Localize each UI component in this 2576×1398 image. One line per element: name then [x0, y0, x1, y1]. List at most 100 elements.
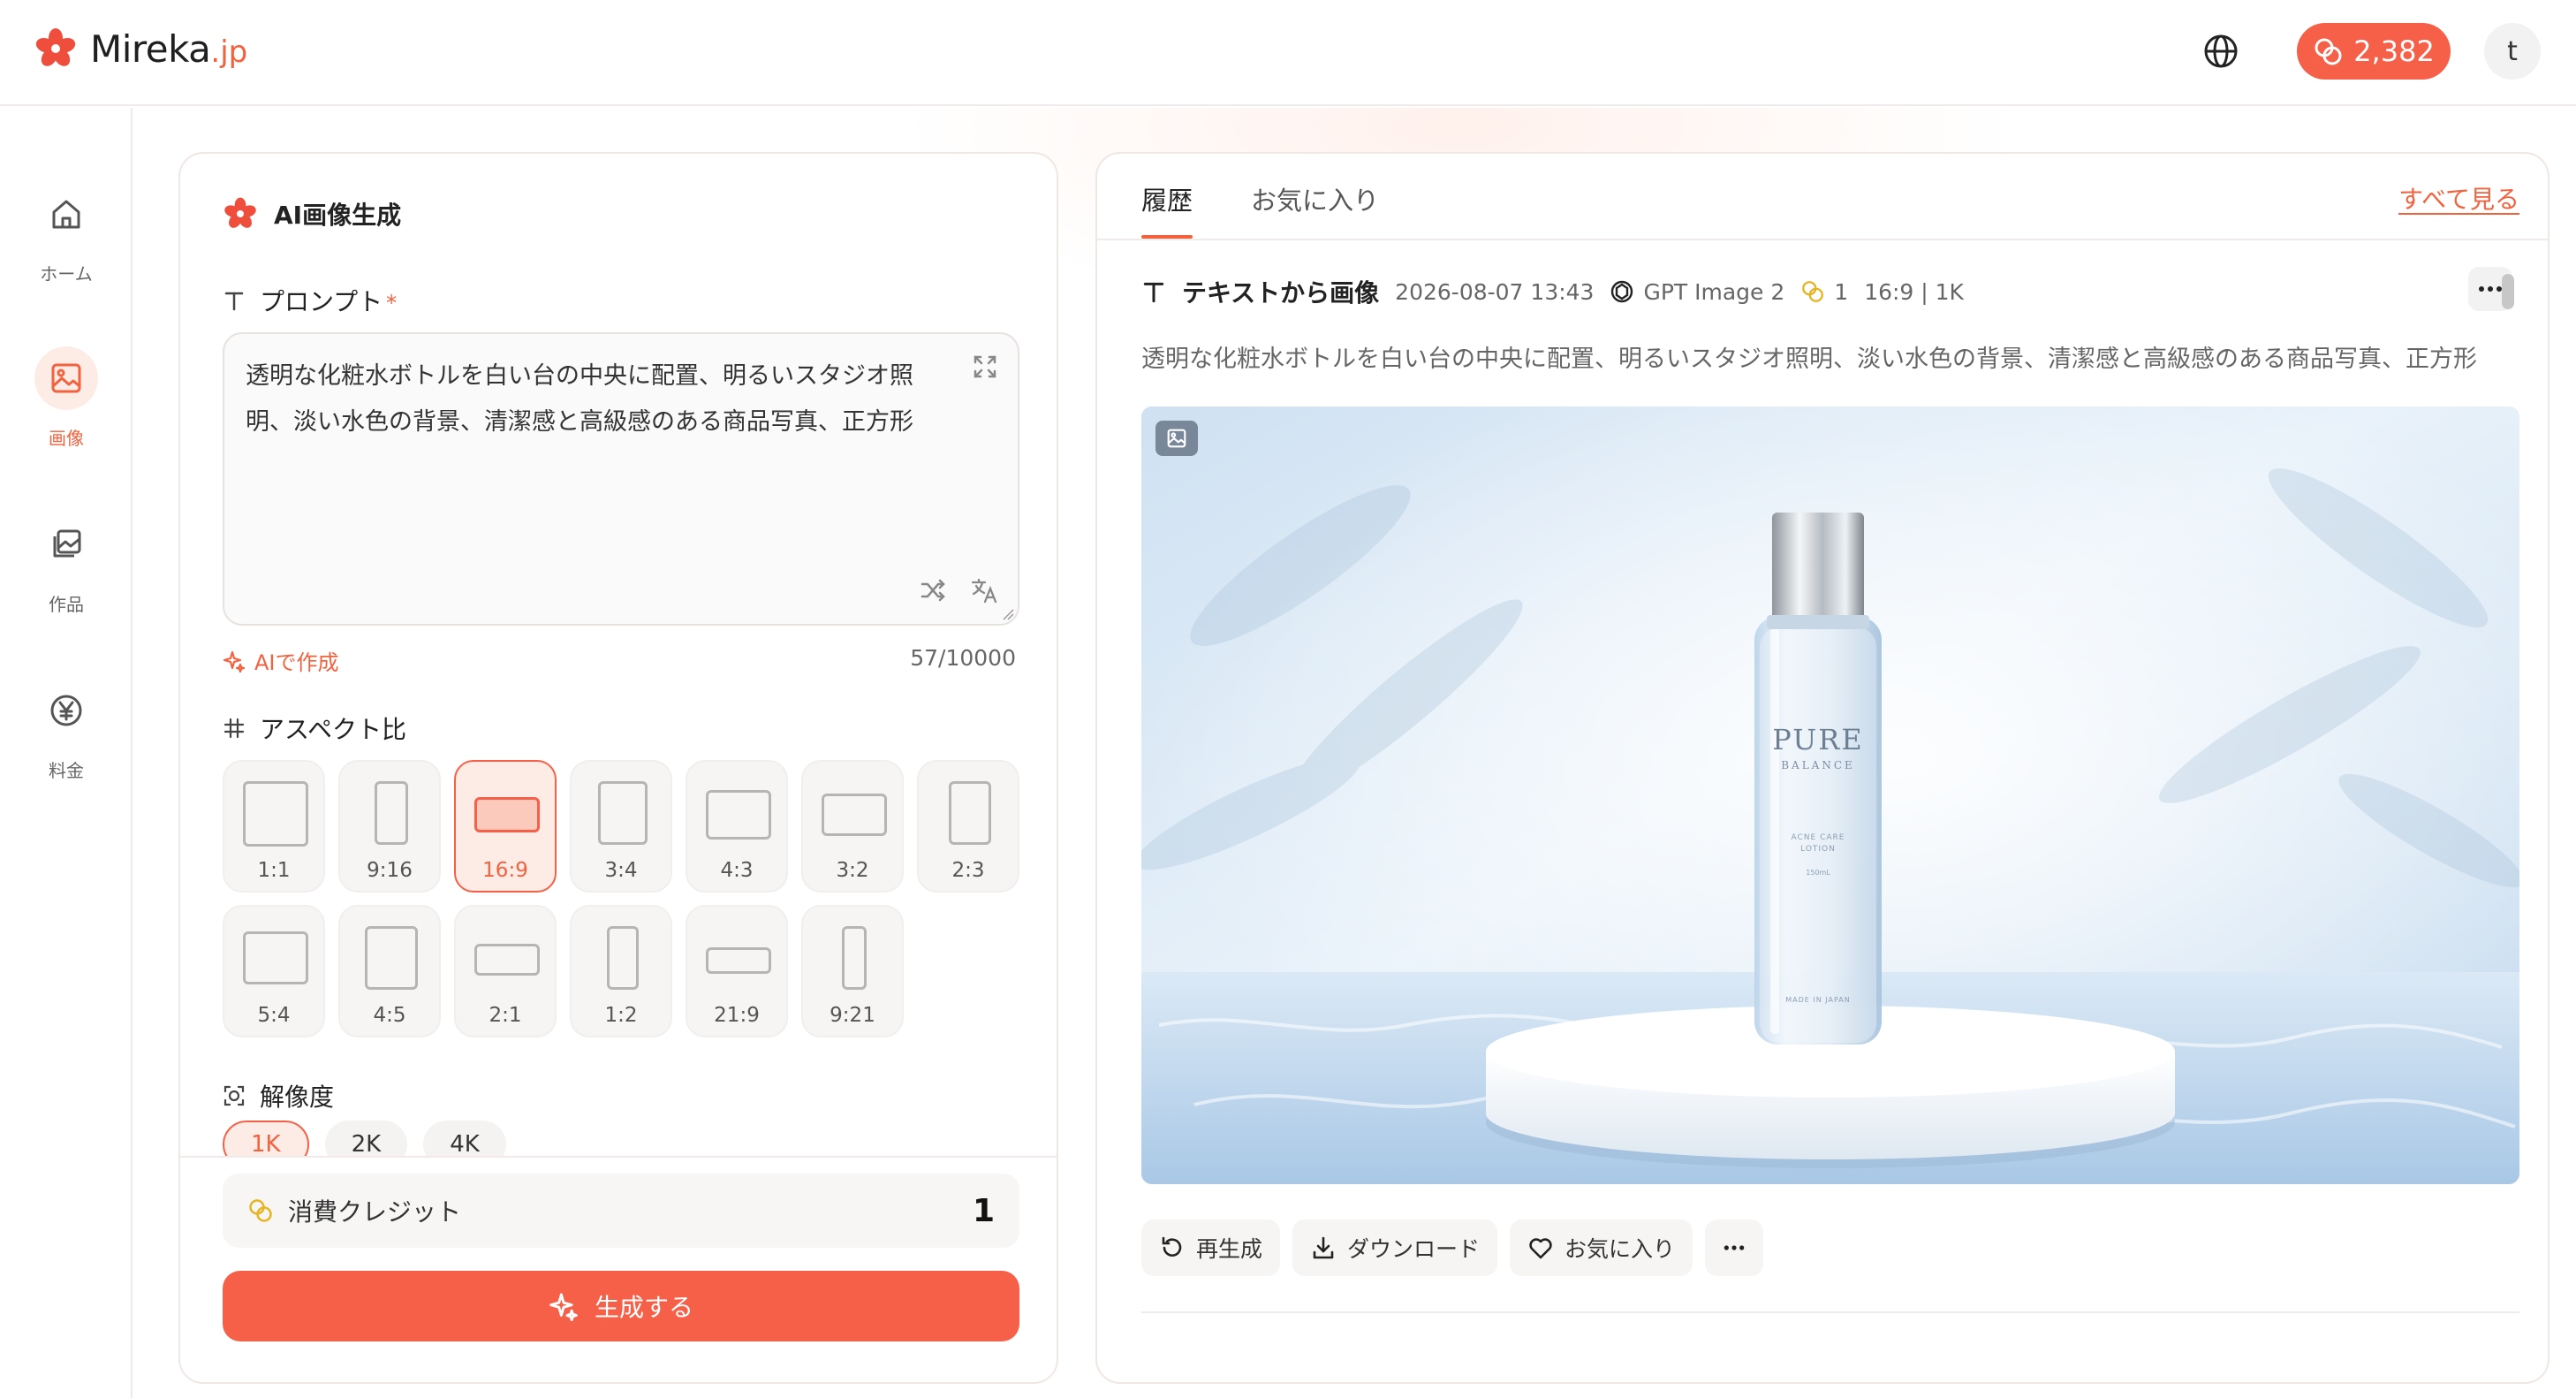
user-avatar[interactable]: t: [2484, 23, 2541, 80]
entry-credits: 1: [1834, 278, 1849, 305]
credit-cost-value: 1: [972, 1192, 995, 1229]
aspect-ratio-option-4-3[interactable]: 4:3: [686, 760, 788, 893]
download-button[interactable]: ダウンロード: [1292, 1219, 1498, 1276]
entry-actions: 再生成 ダウンロード お気に入り: [1141, 1219, 1764, 1276]
sparkle-icon: [549, 1293, 578, 1321]
tab-favorites[interactable]: お気に入り: [1251, 180, 1379, 239]
text-icon: [224, 292, 244, 311]
aspect-ratio-option-16-9[interactable]: 16:9: [454, 760, 557, 893]
entry-spec: 16:9 | 1K: [1864, 278, 1964, 305]
sparkle-icon: [223, 650, 246, 672]
bottle-line2: LOTION: [1800, 845, 1836, 854]
sidebar: ホーム 画像 作品 料金: [0, 108, 133, 1398]
required-mark: *: [386, 291, 398, 315]
sidebar-item-home[interactable]: ホーム: [0, 182, 133, 285]
generator-panel: AI画像生成 プロンプト * 透明な化粧水ボトルを白い台の中央に配置、明るいスタジ…: [178, 152, 1058, 1384]
aspect-ratio-option-3-4[interactable]: 3:4: [570, 760, 672, 893]
aspect-ratio-option-1-1[interactable]: 1:1: [223, 760, 325, 893]
prompt-label-text: プロンプト: [260, 287, 383, 316]
sidebar-item-label: 料金: [49, 760, 84, 781]
logo[interactable]: Mireka.jp: [34, 27, 247, 71]
credit-cost-label: 消費クレジット: [288, 1197, 462, 1227]
aspect-ratio-option-9-16[interactable]: 9:16: [338, 760, 441, 893]
favorite-button[interactable]: お気に入り: [1510, 1219, 1693, 1276]
footer-divider: [180, 1156, 1057, 1158]
generate-button[interactable]: 生成する: [223, 1271, 1019, 1341]
panel-title: AI画像生成: [223, 196, 401, 232]
entry-type: テキストから画像: [1182, 278, 1380, 308]
more-dots-icon: [1724, 1245, 1745, 1250]
panel-title-text: AI画像生成: [274, 201, 402, 230]
aspect-ratio-option-9-21[interactable]: 9:21: [801, 905, 904, 1037]
coins-icon: [249, 1199, 272, 1222]
image-icon: [1167, 429, 1186, 448]
coins-icon: [1802, 281, 1824, 302]
entry-prompt: 透明な化粧水ボトルを白い台の中央に配置、明るいスタジオ照明、淡い水色の背景、清潔…: [1141, 346, 2477, 373]
expand-icon[interactable]: [972, 353, 998, 380]
more-dots-icon: [2479, 286, 2502, 292]
tab-history[interactable]: 履歴: [1141, 180, 1193, 239]
bottle-line1: ACNE CARE: [1792, 833, 1845, 842]
entry-model: GPT Image 2: [1643, 278, 1785, 305]
prompt-text: 透明な化粧水ボトルを白い台の中央に配置、明るいスタジオ照明、淡い水色の背景、清潔…: [246, 362, 913, 436]
shuffle-icon[interactable]: [919, 576, 947, 604]
hash-grid-icon: [224, 718, 245, 739]
favorite-label: お気に入り: [1565, 1236, 1676, 1262]
home-icon: [52, 200, 80, 229]
refresh-icon: [1162, 1236, 1182, 1257]
aspect-ratio-option-5-4[interactable]: 5:4: [223, 905, 325, 1037]
gallery-icon: [53, 529, 81, 558]
product-photo: PURE BALANCE ACNE CARE LOTION 150mL MADE…: [1141, 406, 2519, 1184]
coins-icon: [2315, 38, 2342, 65]
sidebar-item-works[interactable]: 作品: [0, 513, 133, 616]
heart-icon: [1529, 1238, 1552, 1259]
image-type-badge: [1155, 421, 1198, 456]
more-actions-button[interactable]: [1705, 1219, 1764, 1276]
prompt-label: プロンプト *: [223, 283, 397, 318]
history-panel: 履歴 お気に入り すべて見る テキストから画像 2026-08-07 13:43…: [1095, 152, 2549, 1384]
scrollbar-thumb[interactable]: [2502, 274, 2514, 309]
aspect-ratio-option-3-2[interactable]: 3:2: [801, 760, 904, 893]
logo-text: Mireka: [90, 27, 211, 71]
history-tabs: 履歴 お気に入り: [1141, 180, 1379, 239]
sidebar-item-pricing[interactable]: 料金: [0, 679, 133, 782]
resolution-icon: [224, 1085, 245, 1106]
generated-image[interactable]: PURE BALANCE ACNE CARE LOTION 150mL MADE…: [1141, 406, 2519, 1184]
sidebar-item-image[interactable]: 画像: [0, 346, 133, 450]
resize-handle-icon[interactable]: [1002, 608, 1014, 620]
sidebar-item-label: ホーム: [40, 263, 93, 285]
download-icon: [1313, 1236, 1334, 1259]
translate-icon[interactable]: [970, 576, 998, 604]
aspect-ratio-option-21-9[interactable]: 21:9: [686, 905, 788, 1037]
image-icon: [51, 363, 81, 393]
aspect-ratio-label-text: アスペクト比: [260, 715, 407, 744]
aspect-ratio-option-4-5[interactable]: 4:5: [338, 905, 441, 1037]
history-entry-header: テキストから画像 2026-08-07 13:43 GPT Image 2 1 …: [1141, 274, 1964, 309]
regenerate-button[interactable]: 再生成: [1141, 1219, 1281, 1276]
regenerate-label: 再生成: [1196, 1236, 1263, 1262]
top-header: Mireka.jp 2,382 t: [0, 0, 2576, 106]
tabs-divider: [1097, 239, 2548, 240]
aspect-ratio-label: アスペクト比: [223, 710, 406, 746]
resolution-label-text: 解像度: [260, 1083, 335, 1112]
aspect-ratio-option-2-1[interactable]: 2:1: [454, 905, 557, 1037]
aspect-ratio-option-2-3[interactable]: 2:3: [917, 760, 1019, 893]
see-all-link[interactable]: すべて見る: [2398, 180, 2519, 216]
download-label: ダウンロード: [1347, 1236, 1481, 1262]
text-icon: [1143, 282, 1164, 303]
logo-tld: .jp: [210, 34, 248, 70]
char-count: 57/10000: [910, 645, 1016, 671]
sidebar-item-label: 作品: [49, 594, 84, 615]
credit-cost-row: 消費クレジット 1: [223, 1174, 1019, 1248]
ai-create-label: AIで作成: [254, 650, 339, 675]
prompt-textarea[interactable]: 透明な化粧水ボトルを白い台の中央に配置、明るいスタジオ照明、淡い水色の背景、清潔…: [223, 332, 1019, 626]
sakura-logo-icon: [35, 28, 76, 66]
ai-create-button[interactable]: AIで作成: [223, 645, 339, 676]
entry-divider: [1141, 1311, 2519, 1313]
credits-balance-button[interactable]: 2,382: [2297, 23, 2451, 80]
bottle-volume: 150mL: [1806, 869, 1830, 877]
language-globe-icon[interactable]: [2201, 32, 2240, 71]
aspect-ratio-option-1-2[interactable]: 1:2: [570, 905, 672, 1037]
bottle-brand: PURE: [1772, 723, 1863, 756]
entry-timestamp: 2026-08-07 13:43: [1395, 278, 1595, 305]
